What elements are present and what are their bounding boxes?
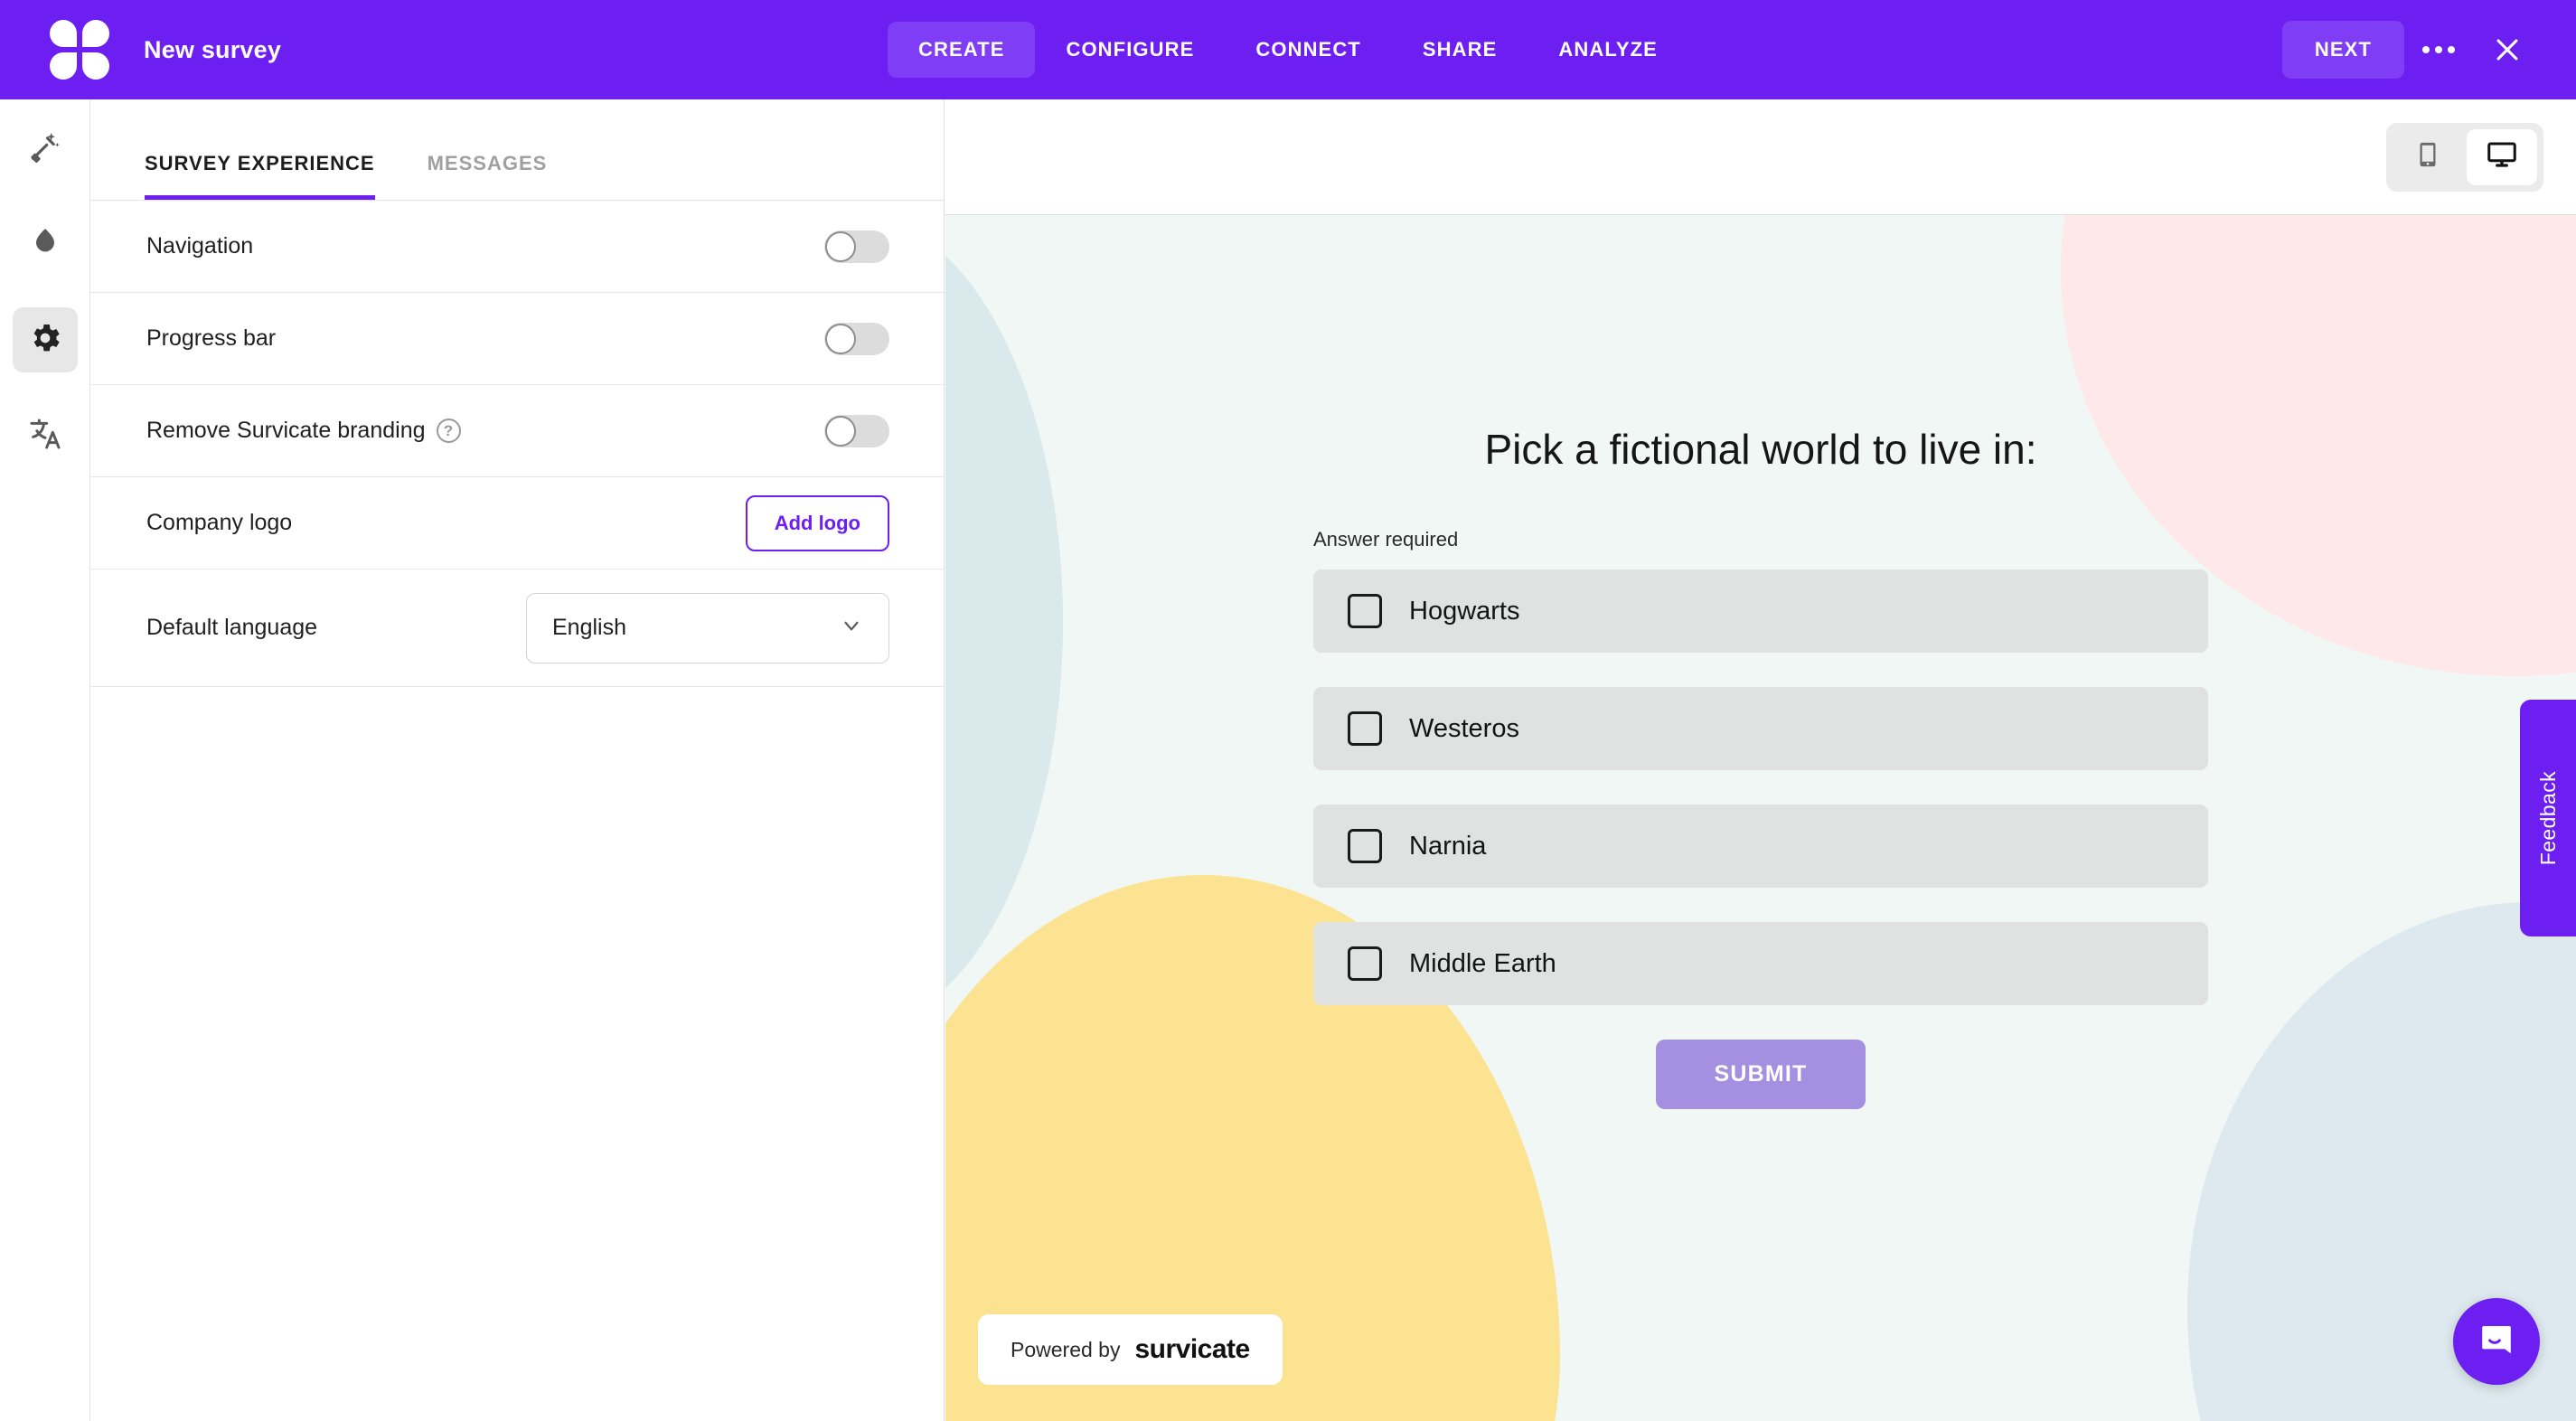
setting-label: Default language (146, 615, 318, 640)
preview-toolbar (945, 99, 2576, 215)
main-tab-bar: CREATE CONFIGURE CONNECT SHARE ANALYZE (888, 22, 1688, 78)
device-toggle-group (2386, 122, 2543, 192)
submit-button[interactable]: SUBMIT (1656, 1040, 1866, 1109)
intercom-chat-icon[interactable] (2453, 1298, 2540, 1385)
feedback-tab-label: Feedback (2535, 770, 2560, 866)
remove-branding-toggle[interactable] (824, 414, 889, 447)
desktop-icon (2486, 138, 2518, 175)
settings-panel: SURVEY EXPERIENCE MESSAGES Navigation Pr… (90, 99, 945, 1421)
option-row[interactable]: Westeros (1313, 687, 2208, 770)
panel-tab-bar: SURVEY EXPERIENCE MESSAGES (90, 99, 944, 201)
more-horizontal-icon[interactable] (2404, 15, 2473, 84)
add-logo-button[interactable]: Add logo (745, 494, 889, 551)
next-button[interactable]: NEXT (2281, 21, 2404, 79)
setting-label: Progress bar (146, 325, 277, 351)
tab-configure[interactable]: CONFIGURE (1035, 22, 1225, 78)
help-icon[interactable]: ? (436, 419, 461, 443)
feedback-tab-button[interactable]: Feedback (2520, 700, 2576, 936)
survicate-wordmark: survicate (1134, 1334, 1250, 1364)
option-row[interactable]: Middle Earth (1313, 922, 2208, 1005)
checkbox-icon[interactable] (1348, 946, 1382, 981)
answer-required-label: Answer required (1313, 528, 1459, 551)
default-language-select[interactable]: English (526, 592, 889, 663)
survicate-logo-icon (50, 20, 109, 80)
setting-label: Company logo (146, 510, 293, 535)
sidebar-item-build[interactable] (13, 116, 78, 181)
tab-messages[interactable]: MESSAGES (428, 152, 548, 200)
setting-row-navigation: Navigation (90, 201, 944, 293)
close-icon[interactable] (2473, 15, 2542, 84)
magic-wand-icon (27, 128, 63, 169)
app-header: New survey CREATE CONFIGURE CONNECT SHAR… (0, 0, 2576, 99)
mobile-icon (2414, 141, 2441, 173)
survey-content: Pick a fictional world to live in: Answe… (945, 215, 2576, 1109)
sidebar-item-settings[interactable] (12, 307, 78, 372)
setting-label: Remove Survicate branding (146, 418, 426, 443)
chevron-down-icon (840, 614, 863, 643)
tab-survey-experience[interactable]: SURVEY EXPERIENCE (145, 152, 375, 200)
header-actions: NEXT (2281, 15, 2542, 84)
option-label: Westeros (1409, 713, 1519, 743)
setting-label: Navigation (146, 233, 254, 259)
checkbox-icon[interactable] (1348, 711, 1382, 746)
translate-icon (27, 416, 63, 456)
option-label: Narnia (1409, 831, 1487, 861)
setting-label-wrap: Remove Survicate branding ? (146, 418, 461, 444)
setting-row-remove-branding: Remove Survicate branding ? (90, 385, 944, 477)
option-label: Hogwarts (1409, 596, 1520, 626)
tab-create[interactable]: CREATE (888, 22, 1036, 78)
sidebar-item-theme[interactable] (13, 212, 78, 277)
tab-share[interactable]: SHARE (1392, 22, 1528, 78)
survey-canvas: Pick a fictional world to live in: Answe… (945, 215, 2576, 1421)
sidebar-item-translations[interactable] (13, 403, 78, 468)
setting-row-progress-bar: Progress bar (90, 293, 944, 385)
question-body: Answer required Hogwarts Westeros Narnia… (1313, 528, 2208, 1109)
survey-preview: Pick a fictional world to live in: Answe… (945, 99, 2576, 1421)
option-label: Middle Earth (1409, 948, 1556, 978)
tab-connect[interactable]: CONNECT (1225, 22, 1391, 78)
setting-row-default-language: Default language English (90, 569, 944, 687)
survey-title: New survey (144, 35, 282, 63)
device-mobile-button[interactable] (2393, 129, 2463, 185)
left-icon-rail (0, 99, 90, 1421)
checkbox-icon[interactable] (1348, 594, 1382, 628)
progress-bar-toggle[interactable] (824, 322, 889, 355)
question-title: Pick a fictional world to live in: (1484, 426, 2037, 473)
device-desktop-button[interactable] (2467, 128, 2537, 185)
droplet-icon (27, 224, 63, 265)
setting-row-company-logo: Company logo Add logo (90, 477, 944, 569)
submit-row: SUBMIT (1313, 1040, 2208, 1109)
navigation-toggle[interactable] (824, 230, 889, 263)
checkbox-icon[interactable] (1348, 829, 1382, 863)
powered-by-label: Powered by (1011, 1337, 1121, 1361)
gear-icon (27, 320, 63, 361)
option-row[interactable]: Hogwarts (1313, 569, 2208, 653)
tab-analyze[interactable]: ANALYZE (1528, 22, 1688, 78)
powered-by-badge[interactable]: Powered by survicate (978, 1314, 1283, 1385)
option-row[interactable]: Narnia (1313, 805, 2208, 888)
default-language-value: English (552, 615, 626, 640)
